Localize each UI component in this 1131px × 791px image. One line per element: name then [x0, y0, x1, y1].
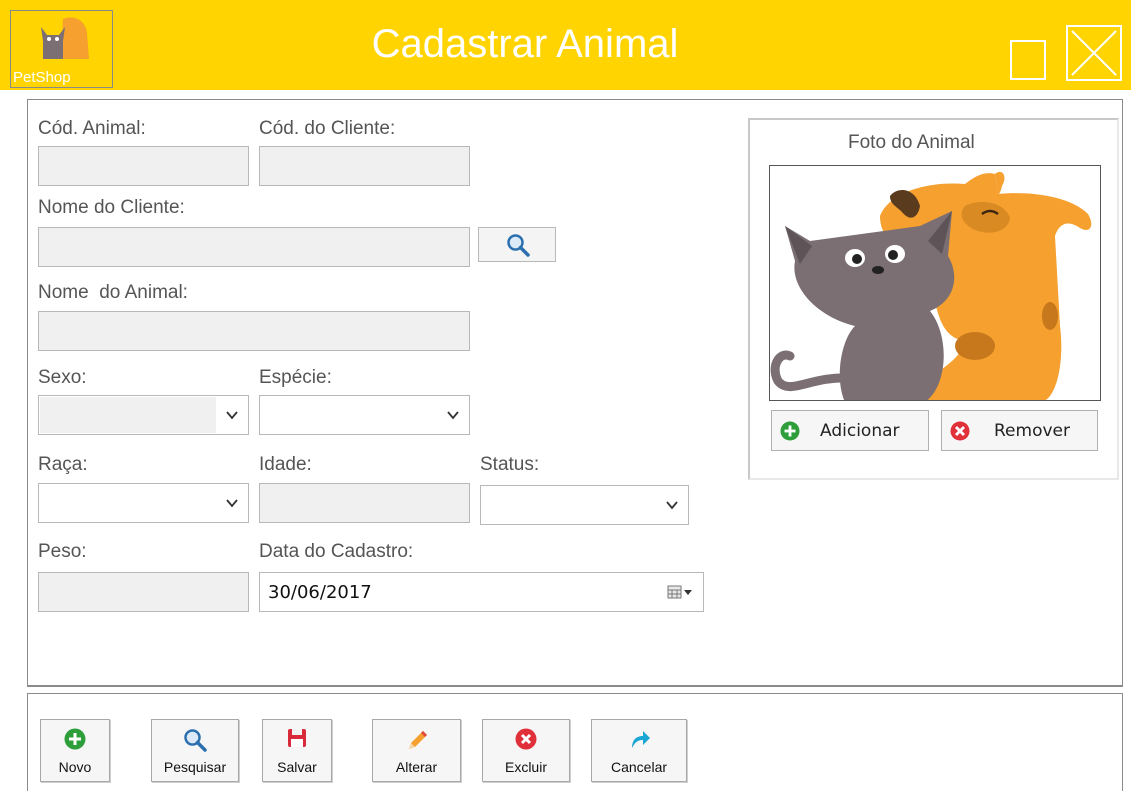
- novo-label: Novo: [58, 759, 92, 775]
- maximize-button[interactable]: [1010, 40, 1046, 80]
- especie-label: Espécie:: [259, 367, 332, 388]
- cancelar-button[interactable]: Cancelar: [591, 719, 687, 782]
- cat-dog-illustration: [770, 171, 1092, 400]
- alterar-label: Alterar: [395, 759, 438, 775]
- status-select[interactable]: [480, 485, 689, 525]
- peso-field[interactable]: [38, 572, 249, 612]
- nome-animal-label: Nome do Animal:: [38, 282, 188, 303]
- data-cadastro-picker[interactable]: 30/06/2017: [259, 572, 704, 612]
- redo-arrow-icon: [632, 731, 650, 748]
- remove-circle-icon: [950, 421, 970, 441]
- cod-animal-label: Cód. Animal:: [38, 118, 146, 139]
- remove-photo-label: Remover: [994, 421, 1070, 441]
- add-photo-label: Adicionar: [820, 421, 900, 441]
- data-cadastro-label: Data do Cadastro:: [259, 541, 414, 562]
- pesquisar-label: Pesquisar: [163, 759, 227, 775]
- alterar-button[interactable]: Alterar: [372, 719, 461, 782]
- data-cadastro-value: 30/06/2017: [268, 582, 372, 603]
- nome-cliente-label: Nome do Cliente:: [38, 197, 185, 218]
- cod-cliente-field[interactable]: [259, 146, 470, 186]
- animal-photo: [769, 165, 1101, 401]
- especie-select[interactable]: [259, 395, 470, 435]
- status-label: Status:: [480, 454, 540, 475]
- chevron-down-icon: [666, 501, 678, 510]
- pesquisar-button[interactable]: Pesquisar: [151, 719, 239, 782]
- delete-circle-icon: [515, 728, 537, 750]
- salvar-button[interactable]: Salvar: [262, 719, 332, 782]
- nome-animal-field[interactable]: [38, 311, 470, 351]
- excluir-label: Excluir: [504, 759, 547, 775]
- remove-photo-button[interactable]: Remover: [941, 410, 1098, 451]
- pencil-icon: [408, 731, 427, 749]
- raca-label: Raça:: [38, 454, 88, 475]
- photo-title: Foto do Animal: [848, 132, 975, 153]
- nome-cliente-field[interactable]: [38, 227, 470, 267]
- close-button[interactable]: [1066, 25, 1122, 81]
- chevron-down-icon: [226, 499, 238, 508]
- search-icon: [184, 729, 207, 752]
- peso-label: Peso:: [38, 541, 87, 562]
- sexo-select[interactable]: [38, 395, 249, 435]
- add-circle-icon: [780, 421, 800, 441]
- chevron-down-icon: [226, 411, 238, 420]
- add-circle-icon: [64, 728, 86, 750]
- sexo-select-value: [40, 397, 216, 433]
- cod-animal-field[interactable]: [38, 146, 249, 186]
- idade-label: Idade:: [259, 454, 312, 475]
- chevron-down-icon: [447, 411, 459, 420]
- idade-field[interactable]: [259, 483, 470, 523]
- cancelar-label: Cancelar: [610, 759, 668, 775]
- salvar-label: Salvar: [277, 759, 317, 775]
- search-icon: [507, 234, 530, 257]
- sexo-label: Sexo:: [38, 367, 87, 388]
- excluir-button[interactable]: Excluir: [482, 719, 570, 782]
- title-bar: PetShop Cadastrar Animal: [0, 0, 1131, 90]
- novo-button[interactable]: Novo: [40, 719, 110, 782]
- add-photo-button[interactable]: Adicionar: [771, 410, 929, 451]
- close-icon: [1071, 30, 1117, 76]
- search-client-button[interactable]: [478, 227, 556, 262]
- cod-cliente-label: Cód. do Cliente:: [259, 118, 396, 139]
- window-title: Cadastrar Animal: [371, 22, 679, 66]
- calendar-icon[interactable]: [667, 585, 693, 599]
- logo-text: PetShop: [13, 69, 71, 86]
- floppy-disk-icon: [288, 729, 306, 747]
- raca-select[interactable]: [38, 483, 249, 523]
